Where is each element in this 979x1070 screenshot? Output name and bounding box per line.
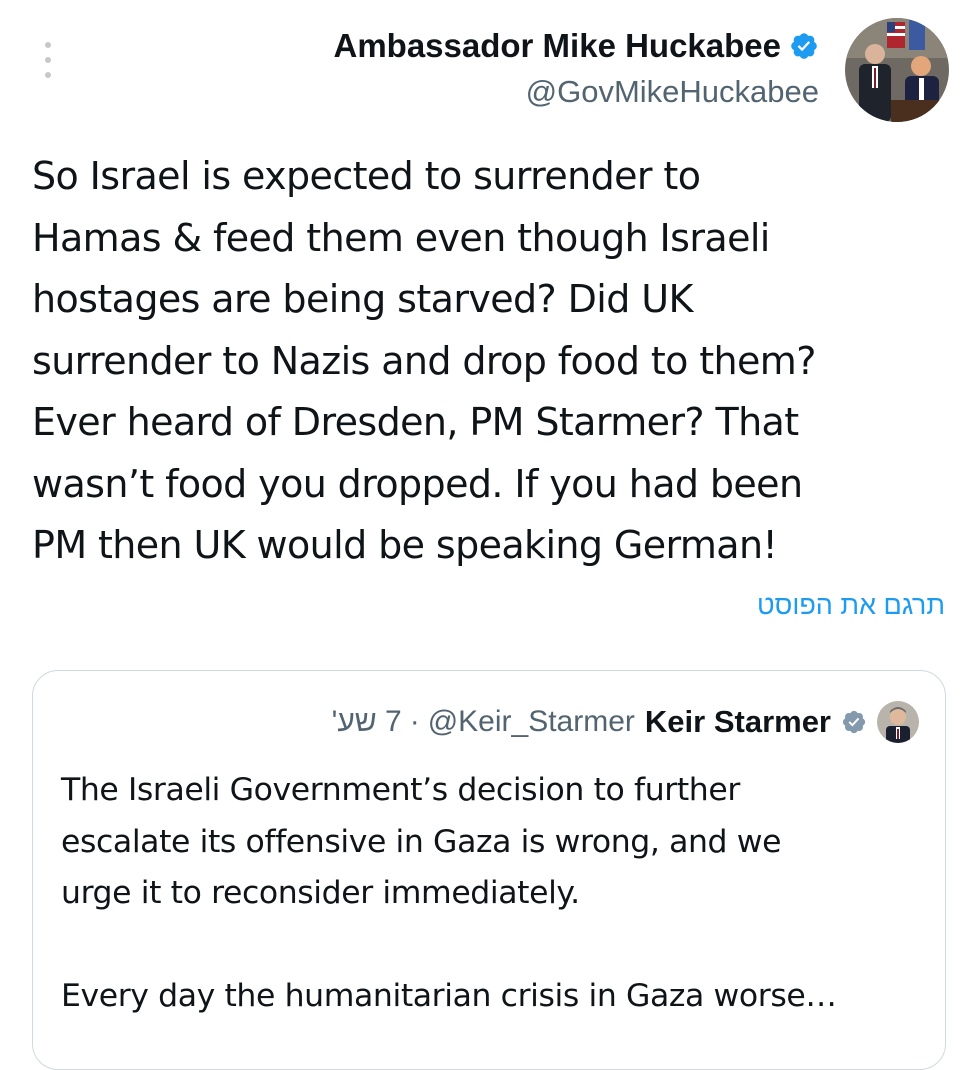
author-avatar[interactable]: [845, 18, 949, 122]
avatar-photo: [845, 18, 949, 122]
more-options-button[interactable]: [36, 40, 60, 80]
more-vertical-icon-dot: [45, 57, 51, 63]
quoted-author-name[interactable]: Keir Starmer: [645, 704, 831, 740]
meta-separator: ·: [409, 705, 420, 738]
quoted-post-text: The Israeli Government’s decision to fur…: [61, 772, 837, 1014]
quoted-author-avatar[interactable]: [877, 701, 919, 743]
author-name-row: Ambassador Mike Huckabee: [333, 24, 819, 68]
post-author[interactable]: Ambassador Mike Huckabee @GovMikeHuckabe…: [333, 24, 819, 110]
more-vertical-icon-dot: [45, 42, 51, 48]
author-handle[interactable]: @GovMikeHuckabee: [333, 74, 819, 110]
quoted-post-time[interactable]: 7 שע': [332, 705, 402, 739]
author-name[interactable]: Ambassador Mike Huckabee: [333, 27, 781, 65]
quoted-avatar-photo: [877, 701, 919, 743]
quoted-post-card[interactable]: 7 שע' · @Keir_Starmer Keir Starmer The I…: [32, 670, 946, 1070]
verified-badge-icon: [791, 33, 817, 59]
quoted-post-header: 7 שע' · @Keir_Starmer Keir Starmer: [332, 701, 919, 743]
translate-post-link[interactable]: תרגם את הפוסט: [757, 590, 945, 621]
verified-badge-gray-icon: [842, 710, 866, 734]
post-text: So Israel is expected to surrender to Ha…: [32, 154, 816, 567]
quoted-author-handle[interactable]: @Keir_Starmer: [428, 705, 635, 739]
quoted-post-meta: 7 שע' · @Keir_Starmer: [332, 705, 635, 739]
more-vertical-icon-dot: [45, 72, 51, 78]
